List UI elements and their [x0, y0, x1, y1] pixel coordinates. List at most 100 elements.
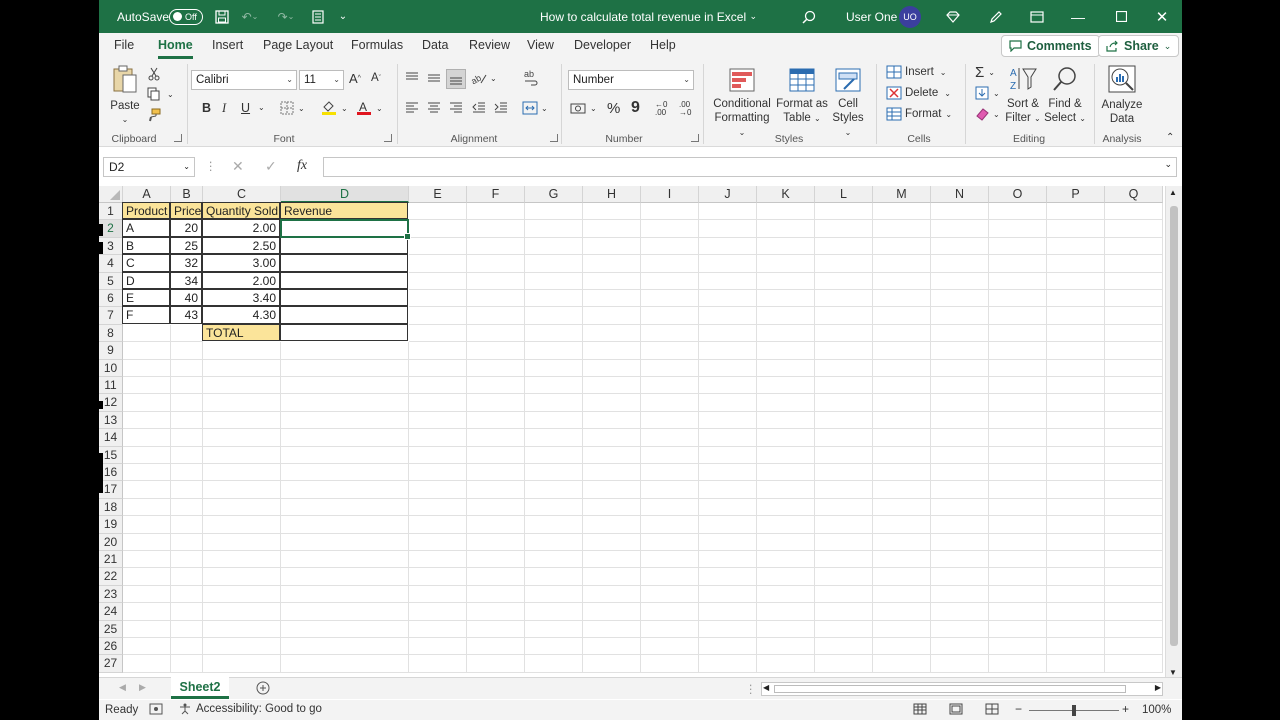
cell-p12[interactable]: [1047, 394, 1105, 412]
cell-g14[interactable]: [525, 429, 583, 447]
scroll-left-icon[interactable]: ◀: [763, 683, 769, 692]
cell-c13[interactable]: [203, 411, 281, 430]
cell-k19[interactable]: [757, 516, 815, 534]
cell-o14[interactable]: [989, 429, 1047, 447]
cell-f19[interactable]: [467, 516, 525, 534]
cell-d20[interactable]: [281, 533, 409, 551]
cell-c25[interactable]: [203, 620, 281, 638]
cell-k25[interactable]: [757, 620, 815, 638]
cell-d13[interactable]: [281, 411, 409, 430]
cell-d21[interactable]: [281, 551, 409, 569]
borders-icon[interactable]: ⌄: [280, 101, 305, 115]
cell-i8[interactable]: [641, 324, 699, 343]
cell-a8[interactable]: [123, 324, 171, 343]
cell-c10[interactable]: [203, 359, 281, 377]
cell-f27[interactable]: [467, 655, 525, 673]
scroll-up-icon[interactable]: ▲: [1169, 188, 1177, 197]
cell-c1[interactable]: Quantity Sold: [202, 202, 280, 220]
cell-e12[interactable]: [409, 394, 467, 412]
cell-b10[interactable]: [171, 359, 203, 377]
cell-b12[interactable]: [171, 394, 203, 412]
cell-b7[interactable]: 43: [170, 306, 202, 324]
cell-h6[interactable]: [583, 290, 641, 308]
cell-i6[interactable]: [641, 290, 699, 308]
cell-j2[interactable]: [699, 220, 757, 238]
column-header-p[interactable]: P: [1047, 186, 1105, 203]
cell-h8[interactable]: [583, 324, 641, 343]
row-header-23[interactable]: 23: [99, 585, 123, 604]
cell-g23[interactable]: [525, 585, 583, 604]
cell-p8[interactable]: [1047, 324, 1105, 343]
row-header-22[interactable]: 22: [99, 568, 123, 586]
cell-c15[interactable]: [203, 446, 281, 464]
cell-c12[interactable]: [203, 394, 281, 412]
cell-f15[interactable]: [467, 446, 525, 464]
cut-icon[interactable]: [147, 67, 161, 81]
cell-f7[interactable]: [467, 307, 525, 325]
column-header-q[interactable]: Q: [1105, 186, 1163, 203]
cell-b14[interactable]: [171, 429, 203, 447]
cell-d5[interactable]: [280, 271, 408, 289]
cell-f18[interactable]: [467, 498, 525, 517]
column-header-b[interactable]: B: [171, 186, 203, 203]
cell-o21[interactable]: [989, 551, 1047, 569]
cell-n15[interactable]: [931, 446, 989, 464]
format-as-table-button[interactable]: Format as Table ⌄: [776, 67, 828, 126]
cell-f20[interactable]: [467, 533, 525, 551]
tab-help[interactable]: Help: [650, 33, 676, 59]
cell-j15[interactable]: [699, 446, 757, 464]
cell-a5[interactable]: D: [122, 271, 170, 289]
cell-h19[interactable]: [583, 516, 641, 534]
cell-h5[interactable]: [583, 272, 641, 290]
cell-b2[interactable]: 20: [170, 219, 202, 237]
alignment-launcher-icon[interactable]: [550, 134, 558, 142]
cell-k6[interactable]: [757, 290, 815, 308]
cell-e14[interactable]: [409, 429, 467, 447]
cell-i16[interactable]: [641, 464, 699, 482]
clipboard-launcher-icon[interactable]: [174, 134, 182, 142]
cell-l16[interactable]: [815, 464, 873, 482]
cell-d1[interactable]: Revenue: [280, 202, 408, 220]
cell-n1[interactable]: [931, 203, 989, 221]
cell-b1[interactable]: Price: [170, 202, 202, 220]
cell-o19[interactable]: [989, 516, 1047, 534]
cell-j7[interactable]: [699, 307, 757, 325]
cell-q9[interactable]: [1105, 342, 1163, 360]
cell-a18[interactable]: [123, 498, 171, 517]
page-break-view-icon[interactable]: [985, 703, 999, 715]
cell-o27[interactable]: [989, 655, 1047, 673]
normal-view-icon[interactable]: [913, 703, 927, 715]
cell-j18[interactable]: [699, 498, 757, 517]
cell-i10[interactable]: [641, 359, 699, 377]
cell-m4[interactable]: [873, 255, 931, 273]
cell-n10[interactable]: [931, 359, 989, 377]
cell-f12[interactable]: [467, 394, 525, 412]
cell-f1[interactable]: [467, 203, 525, 221]
cell-o15[interactable]: [989, 446, 1047, 464]
cell-j10[interactable]: [699, 359, 757, 377]
share-button[interactable]: Share ⌄: [1098, 35, 1180, 57]
font-launcher-icon[interactable]: [384, 134, 392, 142]
cell-k1[interactable]: [757, 203, 815, 221]
row-header-1[interactable]: 1: [99, 203, 123, 221]
cell-m13[interactable]: [873, 411, 931, 430]
cell-j12[interactable]: [699, 394, 757, 412]
confirm-entry-icon[interactable]: ✓: [265, 158, 277, 175]
cell-b22[interactable]: [171, 568, 203, 586]
doc-title[interactable]: How to calculate total revenue in Excel …: [540, 0, 757, 33]
select-all-corner[interactable]: [99, 186, 123, 203]
cell-q5[interactable]: [1105, 272, 1163, 290]
cell-p2[interactable]: [1047, 220, 1105, 238]
cancel-entry-icon[interactable]: ✕: [232, 158, 244, 175]
cell-d6[interactable]: [280, 289, 408, 307]
cell-q27[interactable]: [1105, 655, 1163, 673]
zoom-in-icon[interactable]: +: [1122, 702, 1129, 716]
cell-n20[interactable]: [931, 533, 989, 551]
cell-k17[interactable]: [757, 481, 815, 499]
cell-e6[interactable]: [409, 290, 467, 308]
row-header-20[interactable]: 20: [99, 533, 123, 551]
horizontal-scrollbar[interactable]: ◀ ▶: [761, 682, 1163, 696]
cell-e2[interactable]: [409, 220, 467, 238]
cell-n4[interactable]: [931, 255, 989, 273]
close-icon[interactable]: ✕: [1153, 0, 1171, 33]
